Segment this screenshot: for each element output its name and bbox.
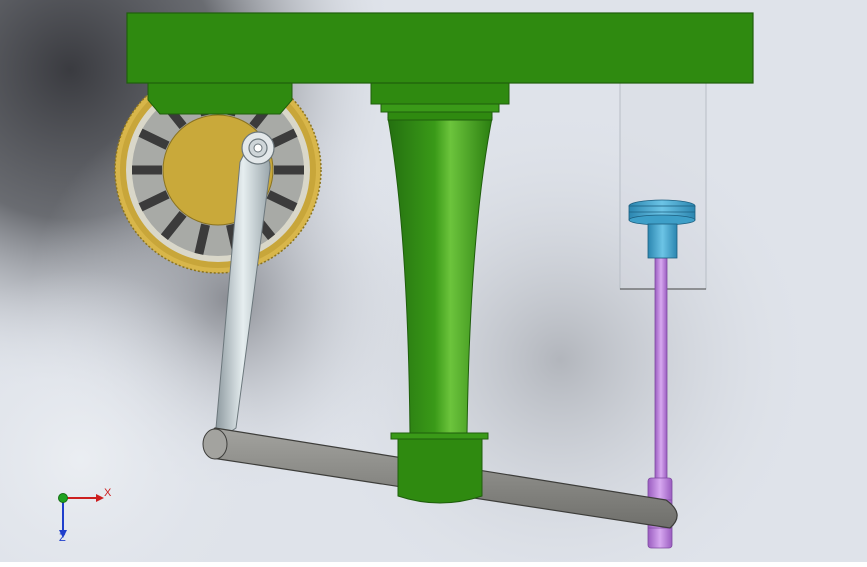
x-axis-label: X: [104, 487, 112, 499]
graphics-viewport[interactable]: X Z: [0, 0, 867, 562]
model-canvas[interactable]: X Z: [0, 0, 867, 562]
z-axis-label: Z: [59, 532, 66, 544]
top-frame[interactable]: [126, 12, 754, 84]
y-axis-dot-icon: [58, 493, 68, 503]
gear-mount[interactable]: [147, 81, 293, 115]
